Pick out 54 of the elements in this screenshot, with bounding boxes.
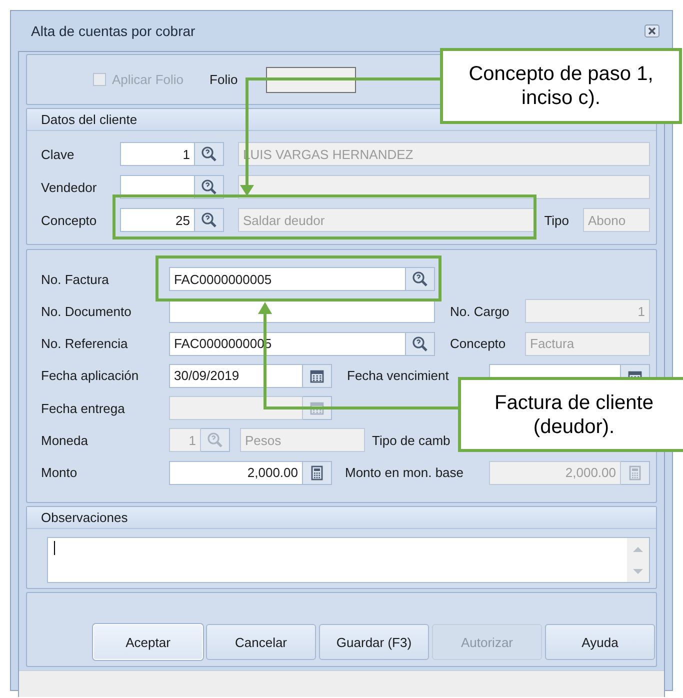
dialog-button[interactable]: Aceptar — [93, 624, 203, 660]
section-header: Observaciones — [27, 507, 656, 529]
search-icon — [201, 146, 217, 162]
scrollbar[interactable] — [627, 538, 649, 582]
input-field[interactable]: FAC0000000005 — [169, 267, 406, 291]
input-field[interactable]: 2,000.00 — [169, 460, 303, 485]
input-field[interactable]: 1 — [120, 142, 195, 166]
search-button[interactable] — [195, 142, 224, 166]
search-button[interactable] — [406, 267, 435, 291]
field-label: Fecha entrega — [41, 400, 126, 416]
field-label: Moneda — [41, 432, 89, 448]
field-label: Tipo de camb — [372, 432, 452, 448]
callout-tooltip: Factura de cliente (deudor). — [458, 377, 683, 452]
calculator-button[interactable] — [303, 460, 332, 485]
text-cursor — [54, 541, 55, 555]
calculator-icon — [309, 464, 325, 481]
search-icon — [207, 432, 223, 448]
field-label: Fecha aplicación — [41, 368, 140, 384]
search-icon — [412, 336, 428, 352]
input-field[interactable]: 25 — [120, 208, 195, 232]
field-label: Concepto — [41, 212, 98, 228]
field-label: Concepto — [450, 336, 507, 352]
text-area[interactable] — [47, 537, 650, 583]
callout-tooltip: Concepto de paso 1, inciso c). — [440, 48, 682, 124]
calendar-icon — [309, 368, 325, 384]
field-label: Tipo — [544, 212, 569, 228]
checkbox-label: Aplicar Folio — [112, 72, 184, 87]
field-label: Folio — [210, 72, 238, 87]
search-icon — [201, 212, 217, 228]
dialog-button[interactable]: Ayuda — [545, 624, 655, 660]
search-button[interactable] — [195, 208, 224, 232]
search-icon — [412, 271, 428, 287]
dialog-button[interactable]: Guardar (F3) — [319, 624, 429, 660]
field-label: Vendedor — [41, 180, 98, 194]
field-label: No. Documento — [41, 304, 132, 319]
window-title: Alta de cuentas por cobrar — [31, 23, 196, 39]
field-label: No. Cargo — [450, 304, 510, 319]
search-icon — [201, 179, 217, 195]
field-label: Monto en mon. base — [345, 465, 465, 480]
close-icon[interactable] — [644, 24, 660, 38]
calendar-icon — [309, 400, 325, 416]
calculator-icon — [627, 464, 643, 481]
field-label: Fecha vencimient — [347, 368, 450, 384]
calendar-icon — [627, 368, 643, 377]
dialog-button[interactable]: Cancelar — [206, 624, 316, 660]
field-label: No. Factura — [41, 272, 110, 286]
input-field[interactable]: 30/09/2019 — [169, 364, 303, 388]
search-button[interactable] — [406, 332, 435, 356]
scroll-down-icon[interactable] — [632, 566, 644, 576]
field-label: Clave — [41, 146, 76, 162]
field-label: No. Referencia — [41, 336, 129, 352]
calendar-button[interactable] — [303, 364, 332, 388]
field-label: Monto — [41, 465, 78, 480]
scroll-up-icon[interactable] — [632, 544, 644, 554]
